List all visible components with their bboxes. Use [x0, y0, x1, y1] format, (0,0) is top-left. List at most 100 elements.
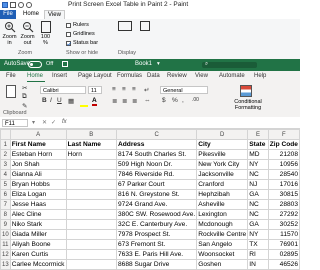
enter-icon[interactable]: ✓	[51, 119, 56, 126]
cell[interactable]: Address	[115, 139, 198, 150]
search-box[interactable]	[202, 62, 257, 68]
number-format-dropdown[interactable]: General	[160, 86, 208, 94]
cell[interactable]: 46526	[267, 259, 301, 270]
cell[interactable]	[65, 249, 118, 260]
cell[interactable]	[65, 239, 118, 250]
align-left-icon[interactable]: ≣	[112, 97, 117, 105]
cell[interactable]: 7978 Prospect St.	[115, 229, 198, 240]
cell[interactable]: 7633 E. Paris Hill Ave.	[115, 249, 198, 260]
status-bar-checkbox-box[interactable]	[66, 40, 71, 46]
cell[interactable]: Eliza Logan	[9, 189, 67, 200]
cell[interactable]	[65, 199, 118, 210]
chevron-down-icon[interactable]: ▾	[157, 61, 160, 67]
align-middle-icon[interactable]: ≡	[122, 86, 126, 93]
cell[interactable]: Niko Stark	[9, 219, 67, 230]
align-top-icon[interactable]: ≡	[112, 86, 116, 93]
gridlines-checkbox[interactable]: Gridlines	[66, 31, 95, 37]
cell[interactable]: 10956	[267, 159, 301, 170]
fill-color-icon[interactable]	[80, 98, 88, 107]
cell[interactable]: Horn	[65, 149, 118, 160]
cell[interactable]: TX	[247, 239, 269, 250]
cell[interactable]: 7846 Riverside Rd.	[115, 169, 198, 180]
cell[interactable]	[65, 179, 118, 190]
paint-tab-home[interactable]: Home	[20, 10, 42, 19]
cell[interactable]: Woonsocket	[196, 249, 249, 260]
paste-icon[interactable]	[6, 85, 16, 98]
format-painter-icon[interactable]: ✎	[22, 102, 27, 110]
insert-function-icon[interactable]: fx	[62, 119, 67, 125]
column-header-a[interactable]: A	[9, 129, 67, 140]
cut-icon[interactable]: ✂	[22, 84, 27, 92]
comma-style-icon[interactable]: ,	[182, 97, 184, 104]
tab-data[interactable]: Data	[147, 73, 160, 79]
tab-file[interactable]: File	[6, 73, 16, 79]
cell[interactable]: Giada Miller	[9, 229, 67, 240]
cell[interactable]: San Angelo	[196, 239, 249, 250]
cell[interactable]: Asheville	[196, 199, 249, 210]
cell[interactable]: 76901	[267, 239, 301, 250]
tab-insert[interactable]: Insert	[52, 73, 67, 79]
cell[interactable]: Jacksonville	[196, 169, 249, 180]
row-header[interactable]: 1	[0, 139, 11, 150]
column-header-d[interactable]: D	[196, 129, 249, 140]
column-header-e[interactable]: E	[247, 129, 269, 140]
column-header-b[interactable]: B	[65, 129, 118, 140]
copy-icon[interactable]: ⧉	[22, 93, 27, 101]
row-header[interactable]: 7	[0, 199, 11, 210]
status-bar-checkbox[interactable]: Status bar	[66, 40, 98, 46]
cell[interactable]: NY	[247, 229, 269, 240]
row-header[interactable]: 13	[0, 259, 11, 270]
cell[interactable]: Karen Curtis	[9, 249, 67, 260]
tab-formulas[interactable]: Formulas	[117, 73, 142, 79]
tab-home[interactable]: Home	[27, 73, 43, 79]
cell[interactable]: Last Name	[65, 139, 118, 150]
align-right-icon[interactable]: ≣	[132, 97, 137, 105]
cell[interactable]: 9724 Grand Ave.	[115, 199, 198, 210]
cell[interactable]: 28540	[267, 169, 301, 180]
cell[interactable]: NC	[247, 199, 269, 210]
row-header[interactable]: 8	[0, 209, 11, 220]
cell[interactable]: Jon Shah	[9, 159, 67, 170]
row-header[interactable]: 3	[0, 159, 11, 170]
cell[interactable]: Rockville Centre	[196, 229, 249, 240]
row-header[interactable]: 11	[0, 239, 11, 250]
cell[interactable]: Mcdonough	[196, 219, 249, 230]
cell[interactable]	[65, 229, 118, 240]
cell[interactable]: NY	[247, 159, 269, 170]
rulers-checkbox[interactable]: Rulers	[66, 22, 89, 28]
font-name-dropdown[interactable]: Calibri	[40, 86, 86, 94]
tab-automate[interactable]: Automate	[219, 73, 245, 79]
cell[interactable]: 673 Fremont St.	[115, 239, 198, 250]
name-box[interactable]: F11	[2, 119, 28, 127]
row-header[interactable]: 2	[0, 149, 11, 160]
formula-input[interactable]	[72, 119, 296, 127]
font-color-icon[interactable]: A	[92, 97, 97, 106]
cell[interactable]: Jesse Haas	[9, 199, 67, 210]
cell[interactable]	[65, 209, 118, 220]
row-header[interactable]: 5	[0, 179, 11, 190]
zoom-in-button[interactable]: Zoom in	[2, 21, 17, 46]
cell[interactable]: Lexington	[196, 209, 249, 220]
cell[interactable]: 8174 South Charles St.	[115, 149, 198, 160]
decrease-decimal-icon[interactable]: .00	[192, 97, 199, 103]
tab-page-layout[interactable]: Page Layout	[78, 73, 112, 79]
undo-icon[interactable]	[18, 2, 24, 8]
percent-icon[interactable]: %	[172, 97, 178, 104]
cell[interactable]: MD	[247, 149, 269, 160]
cell[interactable]: 67 Parker Court	[115, 179, 198, 190]
cell[interactable]: Bryan Hobbs	[9, 179, 67, 190]
cell[interactable]: First Name	[9, 139, 67, 150]
font-size-dropdown[interactable]: 11	[88, 86, 102, 94]
align-center-icon[interactable]: ≣	[122, 97, 127, 105]
zoom-out-button[interactable]: Zoom out	[20, 21, 35, 46]
cell[interactable]	[65, 189, 118, 200]
select-all-corner[interactable]	[0, 129, 11, 140]
cell[interactable]	[65, 259, 118, 270]
merge-center-icon[interactable]: ⇔	[144, 97, 151, 104]
cell[interactable]: NC	[247, 209, 269, 220]
cell[interactable]: NC	[247, 169, 269, 180]
cell[interactable]: Aliyah Boone	[9, 239, 67, 250]
paint-tab-file[interactable]: File	[0, 10, 16, 19]
align-bottom-icon[interactable]: ≡	[132, 86, 136, 93]
cell[interactable]: 380C SW. Rosewood Ave.	[115, 209, 198, 220]
